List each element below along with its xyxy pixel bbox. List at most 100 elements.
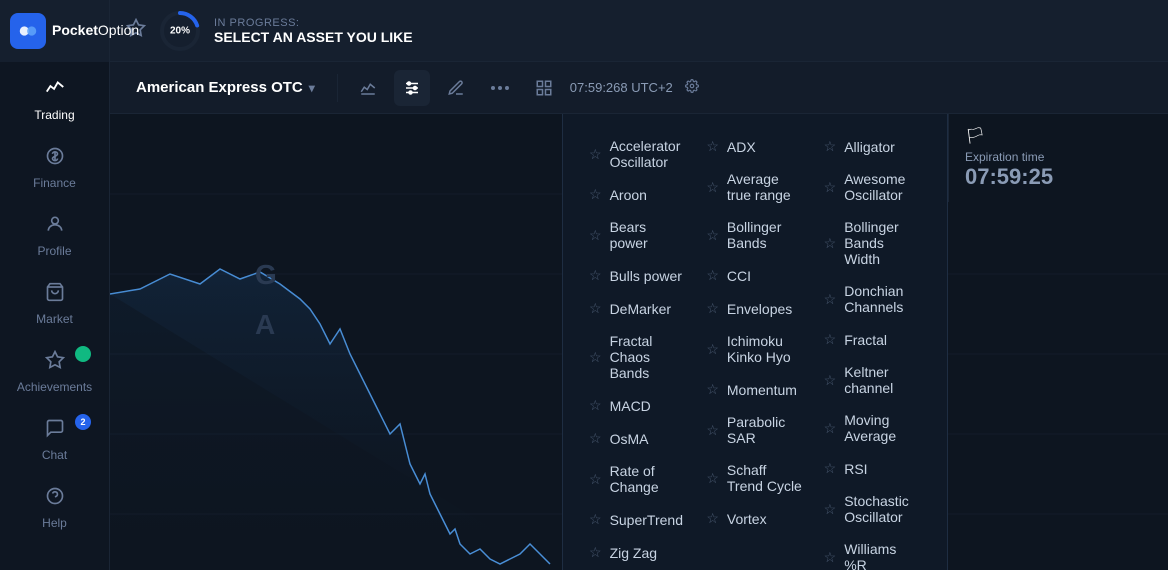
star-icon[interactable]: ☆ [824, 331, 837, 348]
achievements-badge [75, 346, 91, 362]
star-icon[interactable]: ☆ [589, 349, 602, 366]
indicator-ichimoku-kinko-hyo[interactable]: ☆ Ichimoku Kinko Hyo [696, 325, 813, 373]
help-label: Help [42, 516, 67, 530]
sidebar-item-market[interactable]: Market [0, 268, 109, 336]
sidebar-item-profile[interactable]: Profile [0, 200, 109, 268]
more-button[interactable] [482, 70, 518, 106]
star-icon[interactable]: ☆ [589, 397, 602, 414]
sidebar-item-achievements[interactable]: Achievements [0, 336, 109, 404]
indicator-demarker[interactable]: ☆ DeMarker [579, 292, 696, 325]
indicator-accelerator-oscillator[interactable]: ☆ Accelerator Oscillator [579, 130, 696, 178]
indicator-bears-power[interactable]: ☆ Bears power [579, 211, 696, 259]
star-icon[interactable]: ☆ [589, 471, 602, 488]
star-icon[interactable]: ☆ [706, 341, 719, 358]
indicator-name: Rate of Change [610, 463, 687, 495]
star-icon[interactable]: ☆ [589, 544, 602, 561]
sidebar-item-help[interactable]: Help [0, 472, 109, 540]
indicator-moving-average[interactable]: ☆ Moving Average [814, 404, 931, 452]
indicator-zig-zag[interactable]: ☆ Zig Zag [579, 536, 696, 569]
indicator-name: Keltner channel [844, 364, 921, 396]
star-icon[interactable]: ☆ [824, 179, 837, 196]
sidebar-item-chat[interactable]: 2 Chat [0, 404, 109, 472]
line-chart-button[interactable] [350, 70, 386, 106]
sidebar-item-trading[interactable]: Trading [0, 62, 109, 132]
indicator-name: OsMA [610, 431, 649, 447]
progress-percent: 20% [170, 25, 190, 36]
indicator-macd[interactable]: ☆ MACD [579, 389, 696, 422]
star-icon[interactable]: ☆ [824, 291, 837, 308]
indicator-fractal[interactable]: ☆ Fractal [814, 323, 931, 356]
sidebar-item-finance[interactable]: Finance [0, 132, 109, 200]
star-icon[interactable]: ☆ [706, 227, 719, 244]
star-icon[interactable]: ☆ [706, 267, 719, 284]
star-icon[interactable]: ☆ [589, 430, 602, 447]
indicator-name: Awesome Oscillator [844, 171, 921, 203]
logo[interactable]: PocketOption [0, 0, 109, 62]
indicator-name: Ichimoku Kinko Hyo [727, 333, 804, 365]
indicator-aroon[interactable]: ☆ Aroon [579, 178, 696, 211]
star-icon[interactable]: ☆ [589, 227, 602, 244]
indicator-stochastic-oscillator[interactable]: ☆ Stochastic Oscillator [814, 485, 931, 533]
finance-label: Finance [33, 176, 76, 190]
chat-label: Chat [42, 448, 67, 462]
chart-area: G A 🏳 Expiration time 07:59:25 ☆ Acceler… [110, 114, 1168, 570]
indicator-name: Bollinger Bands Width [844, 219, 921, 267]
star-icon[interactable]: ☆ [706, 470, 719, 487]
star-icon[interactable]: ☆ [706, 381, 719, 398]
star-icon[interactable]: ☆ [589, 267, 602, 284]
indicators-button[interactable] [394, 70, 430, 106]
indicator-awesome-oscillator[interactable]: ☆ Awesome Oscillator [814, 163, 931, 211]
star-icon[interactable]: ☆ [824, 460, 837, 477]
indicator-schaff-trend-cycle[interactable]: ☆ Schaff Trend Cycle [696, 454, 813, 502]
trading-label: Trading [34, 108, 74, 122]
star-icon[interactable]: ☆ [824, 420, 837, 437]
chat-icon [45, 418, 65, 444]
indicator-name: Parabolic SAR [727, 414, 804, 446]
indicator-supertrend[interactable]: ☆ SuperTrend [579, 503, 696, 536]
star-icon[interactable]: ☆ [589, 300, 602, 317]
indicator-williams-r[interactable]: ☆ Williams %R [814, 533, 931, 570]
achievements-icon [45, 350, 65, 376]
indicator-rsi[interactable]: ☆ RSI [814, 452, 931, 485]
star-icon[interactable]: ☆ [824, 372, 837, 389]
star-icon[interactable]: ☆ [706, 422, 719, 439]
indicator-adx[interactable]: ☆ ADX [696, 130, 813, 163]
indicator-donchian-channels[interactable]: ☆ Donchian Channels [814, 275, 931, 323]
star-icon[interactable]: ☆ [824, 549, 837, 566]
indicator-keltner-channel[interactable]: ☆ Keltner channel [814, 356, 931, 404]
star-icon[interactable]: ☆ [589, 186, 602, 203]
in-progress-value: SELECT AN ASSET YOU LIKE [214, 29, 413, 45]
star-icon[interactable]: ☆ [589, 511, 602, 528]
star-icon[interactable]: ☆ [589, 146, 602, 163]
indicator-bollinger-bands-width[interactable]: ☆ Bollinger Bands Width [814, 211, 931, 275]
chart-toolbar: American Express OTC ▾ [110, 62, 1168, 114]
star-icon[interactable]: ☆ [706, 138, 719, 155]
indicator-name: Fractal [844, 332, 887, 348]
asset-selector[interactable]: American Express OTC ▾ [126, 73, 325, 102]
indicator-bulls-power[interactable]: ☆ Bulls power [579, 259, 696, 292]
market-label: Market [36, 312, 73, 326]
chart-time: 07:59:268 UTC+2 [570, 80, 673, 95]
star-icon[interactable]: ☆ [706, 510, 719, 527]
indicator-parabolic-sar[interactable]: ☆ Parabolic SAR [696, 406, 813, 454]
indicator-vortex[interactable]: ☆ Vortex [696, 502, 813, 535]
star-icon[interactable]: ☆ [706, 179, 719, 196]
star-icon[interactable]: ☆ [706, 300, 719, 317]
chart-settings-icon[interactable] [685, 79, 699, 96]
indicator-alligator[interactable]: ☆ Alligator [814, 130, 931, 163]
indicator-fractal-chaos-bands[interactable]: ☆ Fractal Chaos Bands [579, 325, 696, 389]
star-icon[interactable]: ☆ [824, 501, 837, 518]
star-icon[interactable]: ☆ [824, 235, 837, 252]
progress-circle: 20% [158, 9, 202, 53]
indicator-momentum[interactable]: ☆ Momentum [696, 373, 813, 406]
grid-button[interactable] [526, 70, 562, 106]
indicator-bollinger-bands[interactable]: ☆ Bollinger Bands [696, 211, 813, 259]
star-icon[interactable]: ☆ [824, 138, 837, 155]
indicator-osma[interactable]: ☆ OsMA [579, 422, 696, 455]
indicator-rate-of-change[interactable]: ☆ Rate of Change [579, 455, 696, 503]
indicator-envelopes[interactable]: ☆ Envelopes [696, 292, 813, 325]
indicator-name: Williams %R [844, 541, 921, 570]
indicator-cci[interactable]: ☆ CCI [696, 259, 813, 292]
indicator-average-true-range[interactable]: ☆ Average true range [696, 163, 813, 211]
draw-button[interactable] [438, 70, 474, 106]
